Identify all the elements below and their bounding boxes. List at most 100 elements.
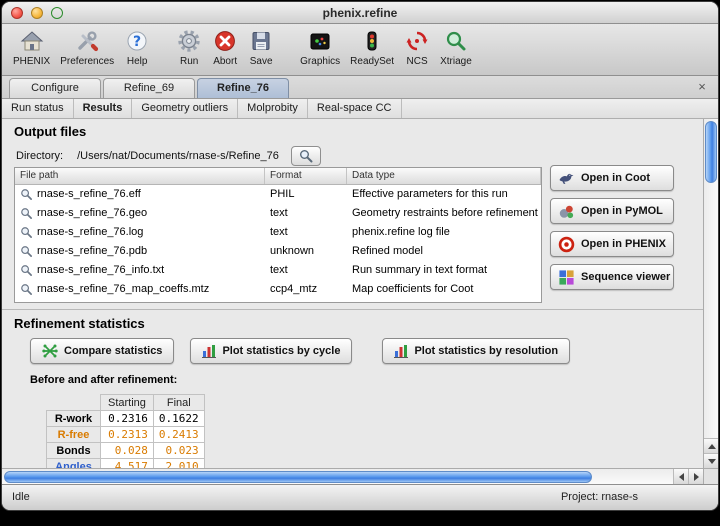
subtab-run-status[interactable]: Run status: [2, 99, 74, 118]
refinement-stats-table: Starting Final R-work 0.2316 0.1622 R-fr…: [46, 394, 205, 475]
toolbar-xtriage-button[interactable]: Xtriage: [435, 26, 477, 67]
file-format: PHIL: [265, 185, 347, 204]
down-arrow-icon: [708, 459, 716, 464]
toolbar-help-button[interactable]: ? Help: [119, 26, 155, 67]
toolbar-save-button[interactable]: Save: [243, 26, 279, 67]
toolbar-label: Abort: [213, 56, 237, 67]
toolbar-graphics-button[interactable]: Graphics: [295, 26, 345, 67]
table-row[interactable]: rnase-s_refine_76.geo text Geometry rest…: [15, 204, 541, 223]
column-header-file-path[interactable]: File path: [15, 168, 265, 184]
compare-statistics-button[interactable]: Compare statistics: [30, 338, 174, 364]
file-data-type: Effective parameters for this run: [347, 185, 541, 204]
toolbar-preferences-button[interactable]: Preferences: [55, 26, 119, 67]
file-path: rnase-s_refine_76.eff: [37, 185, 141, 204]
results-subtabs: Run status Results Geometry outliers Mol…: [2, 99, 718, 119]
horizontal-scrollbar-arrows: [673, 469, 703, 484]
subtab-real-space-cc[interactable]: Real-space CC: [308, 99, 402, 118]
open-in-pymol-button[interactable]: Open in PyMOL: [550, 198, 674, 224]
scroll-left-button[interactable]: [673, 469, 688, 484]
vertical-scrollbar[interactable]: [703, 119, 718, 468]
toolbar-label: Save: [250, 56, 273, 67]
before-after-caption: Before and after refinement:: [30, 374, 177, 386]
toolbar-phenix-button[interactable]: PHENIX: [8, 26, 55, 67]
table-row[interactable]: rnase-s_refine_76.eff PHIL Effective par…: [15, 185, 541, 204]
table-row[interactable]: rnase-s_refine_76.log text phenix.refine…: [15, 223, 541, 242]
button-label: Plot statistics by cycle: [222, 345, 340, 357]
tab-refine-76[interactable]: Refine_76: [197, 78, 289, 98]
magnifier-icon: [20, 188, 33, 201]
coot-bird-icon: [558, 170, 575, 187]
corner-cell: [47, 395, 101, 411]
subtab-results[interactable]: Results: [74, 99, 133, 118]
plot-statistics-by-resolution-button[interactable]: Plot statistics by resolution: [382, 338, 570, 364]
file-format: unknown: [265, 242, 347, 261]
sequence-viewer-icon: [558, 269, 575, 286]
tab-close-button[interactable]: ×: [695, 79, 709, 95]
open-in-coot-button[interactable]: Open in Coot: [550, 165, 674, 191]
stat-final-value: 0.023: [153, 443, 204, 459]
column-header-format[interactable]: Format: [265, 168, 347, 184]
minimize-window-button[interactable]: [31, 7, 43, 19]
subtab-molprobity[interactable]: Molprobity: [238, 99, 308, 118]
scroll-up-button[interactable]: [704, 438, 718, 453]
viewer-buttons: Open in Coot Open in PyMOL Open in PHENI…: [550, 165, 674, 290]
toolbar-label: ReadySet: [350, 56, 394, 67]
file-path: rnase-s_refine_76_map_coeffs.mtz: [37, 280, 209, 299]
svg-text:?: ?: [133, 34, 141, 50]
horizontal-scrollbar-thumb[interactable]: [4, 471, 592, 483]
stat-starting-value: 0.028: [101, 443, 154, 459]
save-icon: [249, 27, 273, 55]
plot-statistics-by-cycle-button[interactable]: Plot statistics by cycle: [190, 338, 352, 364]
table-row[interactable]: rnase-s_refine_76_map_coeffs.mtz ccp4_mt…: [15, 280, 541, 299]
file-data-type: Run summary in text format: [347, 261, 541, 280]
subtab-geometry-outliers[interactable]: Geometry outliers: [132, 99, 238, 118]
right-arrow-icon: [694, 473, 699, 481]
stat-starting-value: 0.2313: [101, 427, 154, 443]
toolbar-label: Preferences: [60, 56, 114, 67]
toolbar-ncs-button[interactable]: NCS: [399, 26, 435, 67]
tab-configure[interactable]: Configure: [9, 78, 101, 98]
bar-chart-icon: [202, 344, 216, 358]
close-window-button[interactable]: [11, 7, 23, 19]
file-data-type: phenix.refine log file: [347, 223, 541, 242]
file-format: ccp4_mtz: [265, 280, 347, 299]
run-gear-icon: [177, 27, 201, 55]
button-label: Open in PyMOL: [581, 205, 663, 217]
file-format: text: [265, 223, 347, 242]
readyset-traffic-light-icon: [360, 27, 384, 55]
toolbar-run-button[interactable]: Run: [171, 26, 207, 67]
pymol-icon: [558, 203, 575, 220]
scrollbar-corner: [703, 468, 718, 484]
scroll-down-button[interactable]: [704, 453, 718, 468]
tab-refine-69[interactable]: Refine_69: [103, 78, 195, 98]
notebook-tabbar: Configure Refine_69 Refine_76 ×: [2, 76, 718, 99]
phenix-logo-icon: [558, 236, 575, 253]
graphics-icon: [308, 27, 332, 55]
toolbar-readyset-button[interactable]: ReadySet: [345, 26, 399, 67]
table-row[interactable]: rnase-s_refine_76_info.txt text Run summ…: [15, 261, 541, 280]
zoom-window-button[interactable]: [51, 7, 63, 19]
col-header-final: Final: [153, 395, 204, 411]
column-header-data-type[interactable]: Data type: [347, 168, 541, 184]
vertical-scrollbar-thumb[interactable]: [705, 121, 717, 183]
button-label: Open in PHENIX: [581, 238, 666, 250]
statusbar: Idle Project: rnase-s: [2, 484, 718, 510]
browse-directory-button[interactable]: [291, 146, 321, 166]
statistics-buttons: Compare statistics Plot statistics by cy…: [30, 338, 586, 364]
output-files-table: File path Format Data type rnase-s_refin…: [14, 167, 542, 303]
stat-starting-value: 0.2316: [101, 411, 154, 427]
toolbar-abort-button[interactable]: Abort: [207, 26, 243, 67]
table-row[interactable]: rnase-s_refine_76.pdb unknown Refined mo…: [15, 242, 541, 261]
magnifier-icon: [20, 283, 33, 296]
horizontal-scrollbar[interactable]: [2, 468, 703, 484]
magnifier-icon: [299, 149, 313, 163]
file-path: rnase-s_refine_76.geo: [37, 204, 147, 223]
directory-label: Directory:: [16, 150, 63, 162]
sequence-viewer-button[interactable]: Sequence viewer: [550, 264, 674, 290]
titlebar: phenix.refine: [2, 2, 718, 24]
col-header-starting: Starting: [101, 395, 154, 411]
up-arrow-icon: [708, 444, 716, 449]
open-in-phenix-button[interactable]: Open in PHENIX: [550, 231, 674, 257]
scroll-right-button[interactable]: [688, 469, 703, 484]
window-title: phenix.refine: [2, 2, 718, 24]
